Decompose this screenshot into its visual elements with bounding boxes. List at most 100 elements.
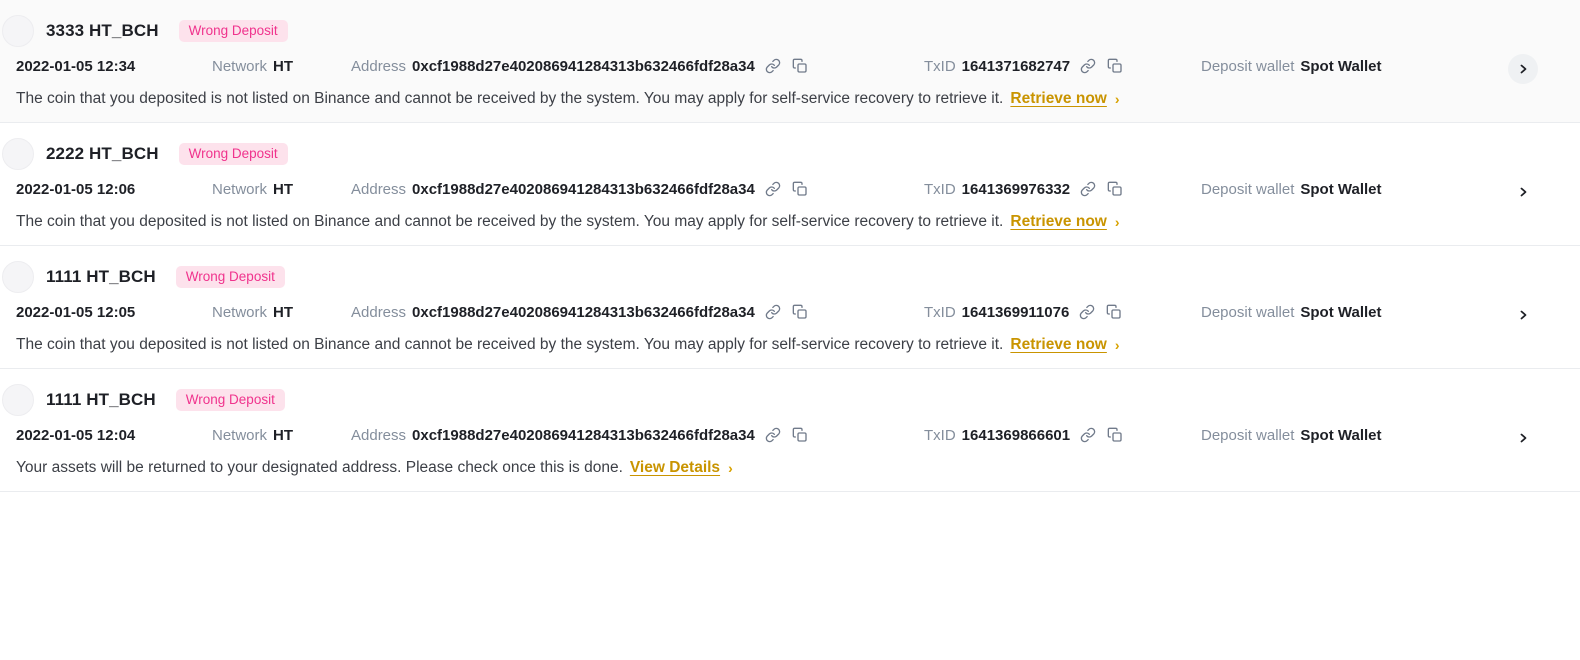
link-icon[interactable] <box>1078 303 1096 321</box>
deposit-address: Address 0xcf1988d27e402086941284313b63246… <box>351 303 924 321</box>
deposit-wallet-label: Deposit wallet <box>1201 180 1295 198</box>
deposit-row[interactable]: 3333 HT_BCH Wrong Deposit 2022-01-05 12:… <box>0 0 1580 123</box>
deposit-wallet: Deposit wallet Spot Wallet <box>1201 58 1382 75</box>
deposit-message: The coin that you deposited is not liste… <box>0 84 1580 122</box>
deposit-action-link[interactable]: View Details <box>630 459 720 477</box>
deposit-message: Your assets will be returned to your des… <box>0 453 1580 491</box>
deposit-time: 2022-01-05 12:05 <box>16 303 136 321</box>
chevron-right-icon: › <box>1114 214 1120 230</box>
deposit-wallet-value: Spot Wallet <box>1300 180 1382 198</box>
link-icon[interactable] <box>1079 426 1097 444</box>
deposit-action-link[interactable]: Retrieve now <box>1010 90 1106 108</box>
txid-label: TxID <box>924 180 956 198</box>
deposit-network: Network HT <box>212 58 351 75</box>
copy-icon[interactable] <box>791 303 809 321</box>
deposit-action-link[interactable]: Retrieve now <box>1010 213 1106 231</box>
link-icon[interactable] <box>764 303 782 321</box>
address-label: Address <box>351 426 407 444</box>
address-value: 0xcf1988d27e402086941284313b632466fdf28a… <box>412 180 755 198</box>
chevron-right-icon <box>1520 64 1527 74</box>
deposit-wallet-label: Deposit wallet <box>1201 426 1295 444</box>
deposit-message: The coin that you deposited is not liste… <box>0 207 1580 245</box>
address-value: 0xcf1988d27e402086941284313b632466fdf28a… <box>412 57 755 75</box>
deposit-row[interactable]: 2222 HT_BCH Wrong Deposit 2022-01-05 12:… <box>0 123 1580 246</box>
deposit-row-details: 2022-01-05 12:06 Network HT Address 0xcf19… <box>0 171 1580 207</box>
copy-icon[interactable] <box>1105 303 1123 321</box>
address-value: 0xcf1988d27e402086941284313b632466fdf28a… <box>412 303 755 321</box>
deposit-network: Network HT <box>212 304 351 321</box>
deposit-row[interactable]: 1111 HT_BCH Wrong Deposit 2022-01-05 12:… <box>0 369 1580 492</box>
deposit-wallet-value: Spot Wallet <box>1300 303 1382 321</box>
deposit-address: Address 0xcf1988d27e402086941284313b63246… <box>351 426 924 444</box>
copy-icon[interactable] <box>1106 180 1124 198</box>
deposit-message-text: The coin that you deposited is not liste… <box>16 213 1004 230</box>
deposit-row-header: 1111 HT_BCH Wrong Deposit <box>0 383 1580 417</box>
chevron-right-icon: › <box>1114 337 1120 353</box>
deposit-time: 2022-01-05 12:04 <box>16 426 136 444</box>
deposit-network: Network HT <box>212 181 351 198</box>
chevron-right-icon: › <box>728 460 733 476</box>
coin-avatar <box>2 15 34 47</box>
deposit-action-link[interactable]: Retrieve now <box>1010 336 1106 354</box>
address-label: Address <box>351 303 407 321</box>
deposit-address: Address 0xcf1988d27e402086941284313b63246… <box>351 180 924 198</box>
deposit-wallet: Deposit wallet Spot Wallet <box>1201 181 1382 198</box>
expand-row-button[interactable] <box>1508 177 1538 207</box>
deposit-row-header: 2222 HT_BCH Wrong Deposit <box>0 137 1580 171</box>
copy-icon[interactable] <box>791 57 809 75</box>
network-value: HT <box>273 303 294 321</box>
deposit-time: 2022-01-05 12:34 <box>16 57 136 75</box>
deposit-row-header: 1111 HT_BCH Wrong Deposit <box>0 260 1580 294</box>
copy-icon[interactable] <box>1106 57 1124 75</box>
address-label: Address <box>351 57 407 75</box>
deposit-time: 2022-01-05 12:06 <box>16 180 136 198</box>
network-label: Network <box>212 426 268 444</box>
deposit-wallet-value: Spot Wallet <box>1300 57 1382 75</box>
deposit-network: Network HT <box>212 427 351 444</box>
status-badge: Wrong Deposit <box>175 265 285 289</box>
coin-avatar <box>2 138 34 170</box>
expand-row-button[interactable] <box>1508 54 1538 84</box>
link-icon[interactable] <box>764 57 782 75</box>
address-value: 0xcf1988d27e402086941284313b632466fdf28a… <box>412 426 755 444</box>
deposit-row[interactable]: 1111 HT_BCH Wrong Deposit 2022-01-05 12:… <box>0 246 1580 369</box>
deposit-wallet-label: Deposit wallet <box>1201 57 1295 75</box>
copy-icon[interactable] <box>791 180 809 198</box>
deposit-wallet-value: Spot Wallet <box>1300 426 1382 444</box>
expand-row-button[interactable] <box>1508 423 1538 453</box>
deposit-message-text: The coin that you deposited is not liste… <box>16 90 1004 107</box>
chevron-right-icon <box>1520 310 1527 320</box>
link-icon[interactable] <box>764 426 782 444</box>
link-icon[interactable] <box>1079 57 1097 75</box>
txid-value: 1641369866601 <box>961 426 1071 444</box>
deposit-txid: TxID 1641371682747 <box>924 57 1201 75</box>
deposit-txid: TxID 1641369866601 <box>924 426 1201 444</box>
txid-label: TxID <box>924 57 956 75</box>
deposit-row-details: 2022-01-05 12:34 Network HT Address 0xcf19… <box>0 48 1580 84</box>
status-badge: Wrong Deposit <box>178 19 288 43</box>
network-label: Network <box>212 303 268 321</box>
deposit-message-text: The coin that you deposited is not liste… <box>16 336 1004 353</box>
deposit-amount: 1111 HT_BCH <box>46 267 156 286</box>
txid-value: 1641371682747 <box>961 57 1071 75</box>
link-icon[interactable] <box>1079 180 1097 198</box>
copy-icon[interactable] <box>1106 426 1124 444</box>
deposit-wallet: Deposit wallet Spot Wallet <box>1201 427 1382 444</box>
deposit-history-page: 3333 HT_BCH Wrong Deposit 2022-01-05 12:… <box>0 0 1580 660</box>
chevron-right-icon <box>1520 433 1527 443</box>
deposit-message: The coin that you deposited is not liste… <box>0 330 1580 368</box>
deposit-row-header: 3333 HT_BCH Wrong Deposit <box>0 14 1580 48</box>
chevron-right-icon: › <box>1114 91 1120 107</box>
address-label: Address <box>351 180 407 198</box>
expand-row-button[interactable] <box>1508 300 1538 330</box>
deposit-row-details: 2022-01-05 12:04 Network HT Address 0xcf19… <box>0 417 1580 453</box>
deposit-txid: TxID 1641369976332 <box>924 180 1201 198</box>
deposit-address: Address 0xcf1988d27e402086941284313b63246… <box>351 57 924 75</box>
status-badge: Wrong Deposit <box>178 142 288 166</box>
txid-label: TxID <box>924 303 956 321</box>
deposit-wallet-label: Deposit wallet <box>1201 303 1295 321</box>
copy-icon[interactable] <box>791 426 809 444</box>
chevron-right-icon <box>1520 187 1527 197</box>
link-icon[interactable] <box>764 180 782 198</box>
deposit-amount: 3333 HT_BCH <box>46 21 159 40</box>
